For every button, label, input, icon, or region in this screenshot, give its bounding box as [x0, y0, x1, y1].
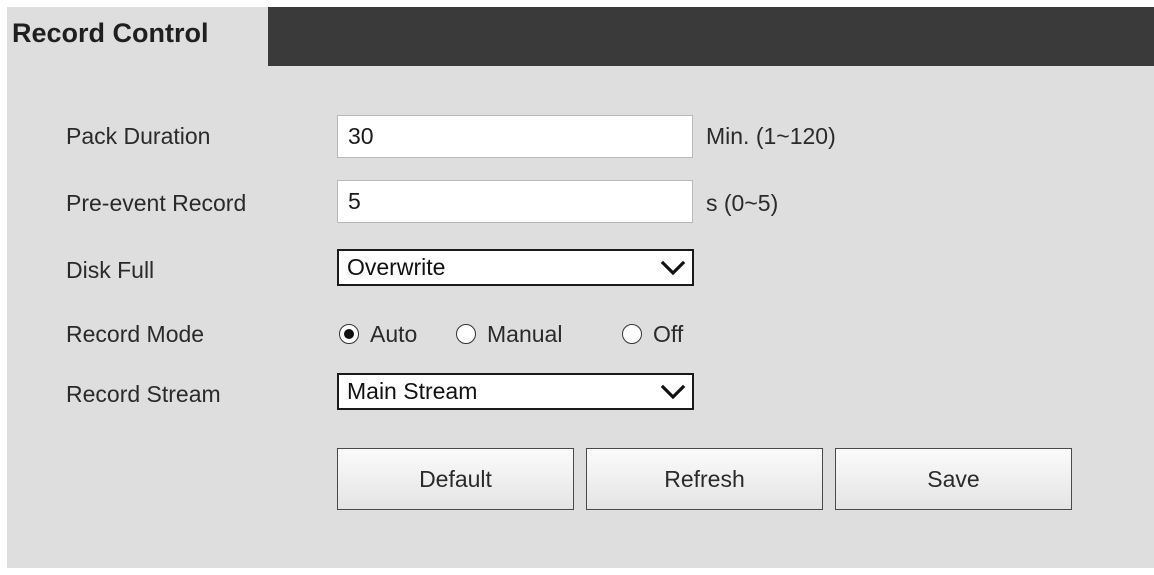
- refresh-button[interactable]: Refresh: [586, 448, 823, 510]
- tab-record-control[interactable]: Record Control: [7, 7, 268, 66]
- disk-full-selected-value: Overwrite: [347, 254, 446, 280]
- disk-full-label: Disk Full: [66, 257, 155, 283]
- radio-unchecked-icon[interactable]: [622, 324, 642, 344]
- pack-duration-input[interactable]: [337, 115, 693, 158]
- panel-header: Record Control: [7, 7, 1154, 66]
- record-stream-select[interactable]: Main Stream: [337, 373, 694, 410]
- pack-duration-label: Pack Duration: [66, 123, 211, 149]
- radio-checked-icon[interactable]: [339, 324, 359, 344]
- panel-title: Record Control: [12, 18, 209, 48]
- radio-unchecked-icon[interactable]: [456, 324, 476, 344]
- record-mode-label: Record Mode: [66, 321, 205, 347]
- record-mode-option-label: Off: [653, 321, 684, 347]
- record-stream-selected-value: Main Stream: [347, 378, 478, 404]
- page: Record Control Pack Duration Min. (1~120…: [0, 0, 1154, 575]
- pack-duration-unit: Min. (1~120): [706, 123, 836, 149]
- chevron-down-icon: [660, 384, 686, 400]
- pre-event-record-unit: s (0~5): [706, 190, 779, 216]
- pre-event-record-label: Pre-event Record: [66, 190, 247, 216]
- record-control-panel: Record Control Pack Duration Min. (1~120…: [7, 7, 1154, 568]
- default-button[interactable]: Default: [337, 448, 574, 510]
- record-mode-option-label: Auto: [370, 321, 418, 347]
- disk-full-select[interactable]: Overwrite: [337, 249, 694, 286]
- record-mode-option-label: Manual: [487, 321, 563, 347]
- chevron-down-icon: [660, 260, 686, 276]
- save-button[interactable]: Save: [835, 448, 1072, 510]
- record-stream-label: Record Stream: [66, 381, 221, 407]
- pre-event-record-input[interactable]: [337, 180, 693, 223]
